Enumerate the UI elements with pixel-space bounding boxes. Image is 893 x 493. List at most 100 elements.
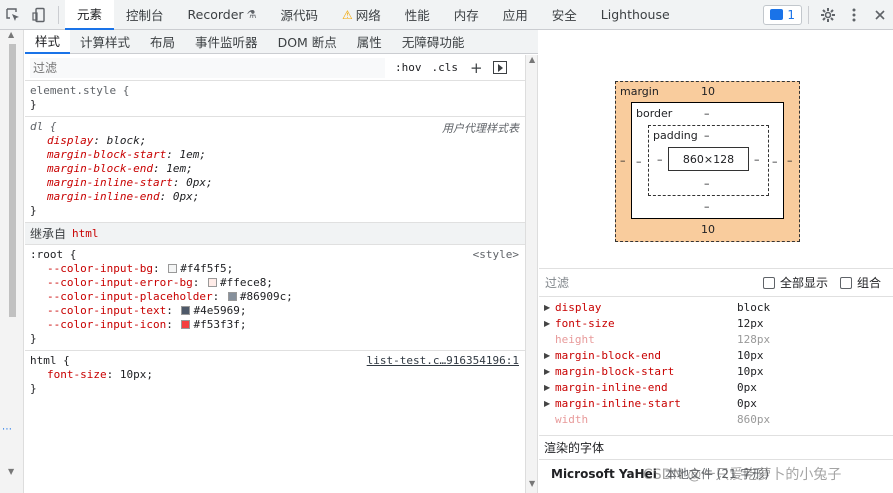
tab-sources[interactable]: 源代码	[268, 0, 330, 30]
tab-label: 性能	[404, 8, 430, 23]
margin-left-value[interactable]: –	[620, 154, 626, 167]
tab-console[interactable]: 控制台	[114, 0, 176, 30]
subtab-computed[interactable]: 计算样式	[70, 30, 140, 54]
expand-triangle-icon[interactable]: ▶	[539, 303, 550, 312]
computed-row[interactable]: height 128px	[539, 331, 893, 347]
color-swatch[interactable]	[181, 320, 191, 329]
declaration[interactable]: margin-block-start: 1em;	[30, 148, 520, 162]
computed-row[interactable]: width 860px	[539, 411, 893, 427]
tab-recorder[interactable]: Recorder ⚗	[176, 0, 269, 30]
padding-bottom-value[interactable]: –	[704, 177, 710, 190]
declaration[interactable]: --color-input-text: #4e5969;	[30, 304, 520, 318]
subtab-properties[interactable]: 属性	[347, 30, 392, 54]
property-value: #4e5969;	[193, 304, 247, 317]
tab-performance[interactable]: 性能	[393, 0, 442, 30]
computed-row[interactable]: ▶ margin-inline-start 0px	[539, 395, 893, 411]
margin-right-value[interactable]: –	[787, 154, 793, 167]
expand-triangle-icon[interactable]: ▶	[539, 319, 550, 328]
computed-row[interactable]: ▶ margin-inline-end 0px	[539, 379, 893, 395]
tab-elements[interactable]: 元素	[65, 0, 115, 30]
computed-row[interactable]: ▶ font-size 12px	[539, 315, 893, 331]
tab-security[interactable]: 安全	[540, 0, 589, 30]
subtab-dom-breakpoints[interactable]: DOM 断点	[268, 30, 347, 54]
declaration[interactable]: margin-inline-end: 0px;	[30, 190, 520, 204]
color-swatch[interactable]	[207, 278, 217, 287]
tab-lighthouse[interactable]: Lighthouse	[589, 0, 682, 30]
expand-triangle-icon[interactable]: ▶	[539, 367, 550, 376]
inherited-element-link[interactable]: html	[72, 227, 99, 240]
expand-triangle-icon[interactable]: ▶	[539, 399, 550, 408]
box-model-content[interactable]: 860×128	[668, 147, 749, 171]
dom-tree-scrollbar[interactable]: ▲ ⋯ ▼	[0, 30, 24, 493]
declaration[interactable]: --color-input-icon: #f53f3f;	[30, 318, 520, 332]
tab-memory[interactable]: 内存	[442, 0, 491, 30]
declaration[interactable]: --color-input-placeholder: #86909c;	[30, 290, 520, 304]
border-right-value[interactable]: –	[772, 155, 778, 168]
color-swatch[interactable]	[168, 264, 178, 273]
checkbox-label: 组合	[856, 276, 881, 290]
rule-source[interactable]: <style>	[473, 248, 519, 261]
scroll-up-icon[interactable]: ▲	[8, 30, 14, 39]
border-top-value[interactable]: –	[704, 107, 710, 120]
declaration[interactable]: --color-input-bg: #f4f5f5;	[30, 262, 520, 276]
subtab-styles[interactable]: 样式	[25, 29, 71, 54]
declaration[interactable]: font-size: 10px;	[30, 368, 520, 382]
scrollbar-thumb[interactable]	[9, 44, 16, 317]
tab-network[interactable]: ⚠ 网络	[330, 0, 393, 30]
subtab-label: 样式	[35, 34, 61, 49]
more-options-icon[interactable]	[841, 0, 867, 30]
tab-application[interactable]: 应用	[491, 0, 540, 30]
show-all-checkbox[interactable]: 全部显示	[762, 274, 828, 291]
margin-bottom-value[interactable]: 10	[701, 223, 715, 236]
margin-top-value[interactable]: 10	[701, 85, 715, 98]
padding-label: padding	[653, 129, 698, 142]
toggle-sidebar-icon[interactable]	[492, 61, 507, 74]
class-toggle[interactable]: .cls	[432, 61, 459, 74]
computed-property-name: height	[555, 332, 595, 346]
padding-top-value[interactable]: –	[704, 129, 710, 142]
computed-row[interactable]: ▶ margin-block-end 10px	[539, 347, 893, 363]
expand-triangle-icon[interactable]: ▶	[539, 383, 550, 392]
scroll-down-icon[interactable]: ▼	[529, 479, 535, 488]
subtab-layout[interactable]: 布局	[140, 30, 185, 54]
close-icon[interactable]	[867, 0, 893, 30]
rule-selector[interactable]: :root {	[30, 248, 520, 262]
computed-row[interactable]: ▶ display block	[539, 299, 893, 315]
rule-selector[interactable]: element.style {	[30, 84, 520, 98]
styles-scrollbar[interactable]: ▲ ▼	[525, 55, 538, 493]
group-checkbox[interactable]: 组合	[839, 274, 881, 291]
property-value: 1em;	[179, 148, 206, 161]
gear-icon[interactable]	[815, 0, 841, 30]
color-swatch[interactable]	[227, 292, 237, 301]
border-bottom-value[interactable]: –	[704, 200, 710, 213]
subtab-accessibility[interactable]: 无障碍功能	[392, 30, 475, 54]
expand-triangle-icon[interactable]: ▶	[539, 351, 550, 360]
device-toolbar-icon[interactable]	[26, 0, 52, 30]
new-rule-icon[interactable]: +	[470, 59, 483, 77]
padding-right-value[interactable]: –	[754, 153, 760, 166]
box-model-padding[interactable]: padding – – – – 860×128	[648, 125, 769, 196]
box-model-margin[interactable]: margin 10 10 – – border – – – – padding …	[615, 81, 800, 242]
declaration[interactable]: display: block;	[30, 134, 520, 148]
styles-filter-input[interactable]	[30, 57, 385, 78]
property-value: #ffece8;	[219, 276, 273, 289]
rule-source-link[interactable]: list-test.c…916354196:1	[367, 354, 519, 367]
declaration[interactable]: margin-block-end: 1em;	[30, 162, 520, 176]
declaration[interactable]: margin-inline-start: 0px;	[30, 176, 520, 190]
computed-row[interactable]: ▶ margin-block-start 10px	[539, 363, 893, 379]
scroll-down-icon[interactable]: ▼	[8, 467, 14, 476]
color-swatch[interactable]	[181, 306, 191, 315]
padding-left-value[interactable]: –	[657, 153, 663, 166]
declaration[interactable]: --color-input-error-bg: #ffece8;	[30, 276, 520, 290]
property-value: #f53f3f;	[193, 318, 247, 331]
scroll-up-icon[interactable]: ▲	[529, 55, 535, 64]
inspect-element-icon[interactable]	[0, 0, 26, 30]
box-model-border[interactable]: border – – – – padding – – – – 860×128	[631, 102, 784, 219]
border-left-value[interactable]: –	[636, 155, 642, 168]
subtab-event-listeners[interactable]: 事件监听器	[185, 30, 268, 54]
issues-button[interactable]: 1	[763, 4, 802, 25]
hover-state-toggle[interactable]: :hov	[395, 61, 422, 74]
property-name: --color-input-text	[47, 304, 167, 317]
tab-label: 网络	[355, 8, 381, 23]
computed-filter-input[interactable]: 过滤	[545, 274, 763, 291]
